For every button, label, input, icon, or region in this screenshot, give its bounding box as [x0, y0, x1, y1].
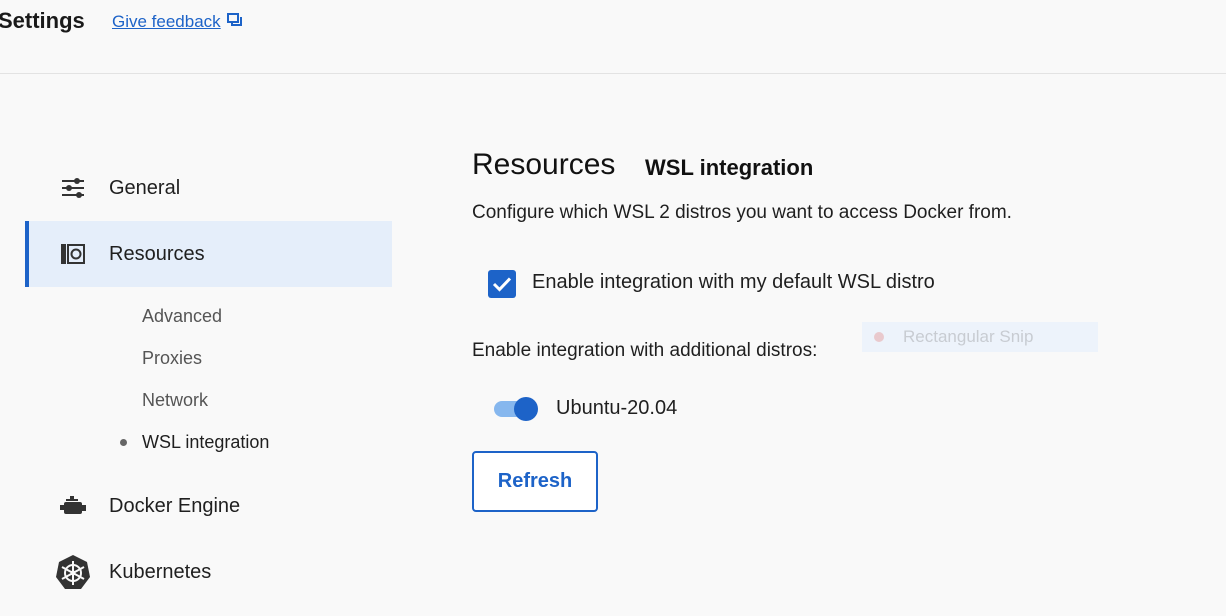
default-integration-label: Enable integration with my default WSL d…	[532, 271, 935, 293]
sidebar-subitem-proxies[interactable]: Proxies	[142, 348, 202, 369]
sidebar-item-label: Kubernetes	[109, 560, 212, 583]
sidebar-subitem-advanced[interactable]: Advanced	[142, 306, 222, 327]
sidebar-item-resources[interactable]: Resources	[25, 221, 392, 287]
section-subtitle: WSL integration	[645, 155, 814, 180]
kubernetes-icon	[55, 554, 91, 590]
checkmark-icon	[492, 277, 512, 292]
resources-icon	[55, 236, 91, 272]
default-integration-checkbox[interactable]	[488, 270, 516, 298]
settings-page: Settings Give feedback General Resources…	[0, 0, 1226, 616]
sidebar-item-docker-engine[interactable]: Docker Engine	[25, 473, 388, 539]
header: Settings Give feedback	[0, 0, 1226, 74]
sidebar-subitem-network[interactable]: Network	[142, 390, 208, 411]
distro-name: Ubuntu-20.04	[556, 397, 678, 419]
sliders-icon	[55, 170, 91, 206]
page-title: Settings	[0, 8, 85, 33]
snip-icon	[874, 332, 884, 342]
give-feedback-label: Give feedback	[112, 11, 221, 31]
give-feedback-link[interactable]: Give feedback	[112, 11, 243, 32]
toggle-knob	[514, 397, 538, 421]
distro-toggle-ubuntu[interactable]	[494, 397, 540, 421]
rectangular-snip-tooltip: Rectangular Snip	[862, 322, 1098, 352]
sidebar-item-general[interactable]: General	[25, 155, 388, 221]
sidebar-item-label: Docker Engine	[109, 494, 241, 517]
section-description: Configure which WSL 2 distros you want t…	[472, 202, 1012, 223]
snip-label: Rectangular Snip	[903, 327, 1034, 346]
additional-distros-label: Enable integration with additional distr…	[472, 340, 818, 361]
sidebar-item-label: Resources	[109, 242, 205, 265]
sidebar-item-label: General	[109, 176, 181, 199]
current-subitem-dot	[120, 439, 127, 446]
sidebar-subitem-wsl-integration[interactable]: WSL integration	[142, 432, 269, 453]
sidebar-item-kubernetes[interactable]: Kubernetes	[25, 539, 388, 605]
section-title: Resources	[472, 148, 616, 181]
refresh-button[interactable]: Refresh	[472, 451, 598, 512]
docker-engine-icon	[55, 488, 91, 524]
feedback-chat-icon	[226, 11, 243, 32]
